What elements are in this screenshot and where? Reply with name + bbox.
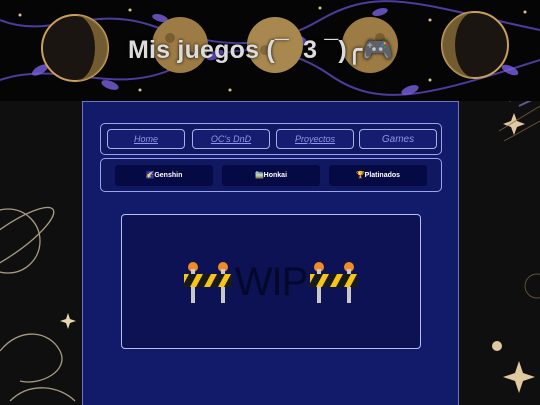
left-background <box>0 101 82 405</box>
nav-games-link[interactable]: Games <box>359 129 437 149</box>
star-icon <box>503 361 535 393</box>
sparkle-icon <box>60 313 76 329</box>
wip-text: WIP <box>234 259 309 304</box>
nav-bar: Home OC's DnD Proyectos Games <box>100 123 442 155</box>
platinados-button[interactable]: 🏆Platinados <box>329 165 427 186</box>
genshin-button[interactable]: 🌠Genshin <box>115 165 213 186</box>
page-title: Mis juegos (¯ 3 ¯)╭🎮 <box>128 36 394 64</box>
nav-proyectos-link[interactable]: Proyectos <box>276 129 354 149</box>
header-banner: Mis juegos (¯ 3 ¯)╭🎮 <box>0 0 540 101</box>
main-panel: Home OC's DnD Proyectos Games 🌠Genshin 🚞… <box>82 101 459 405</box>
nav-home-link[interactable]: Home <box>107 129 185 149</box>
games-menu: 🌠Genshin 🚞Honkai 🏆Platinados <box>100 158 442 192</box>
nav-ocs-dnd-link[interactable]: OC's DnD <box>192 129 270 149</box>
wip-banner: WIP <box>122 257 420 307</box>
construction-barrier-icon <box>309 262 359 303</box>
honkai-button[interactable]: 🚞Honkai <box>222 165 320 186</box>
planet-sketch-decoration <box>0 206 76 402</box>
star-icon <box>492 341 502 351</box>
star-decoration <box>492 101 540 393</box>
right-background <box>459 101 540 405</box>
content-area: WIP <box>121 214 421 349</box>
construction-barrier-icon <box>182 262 232 303</box>
